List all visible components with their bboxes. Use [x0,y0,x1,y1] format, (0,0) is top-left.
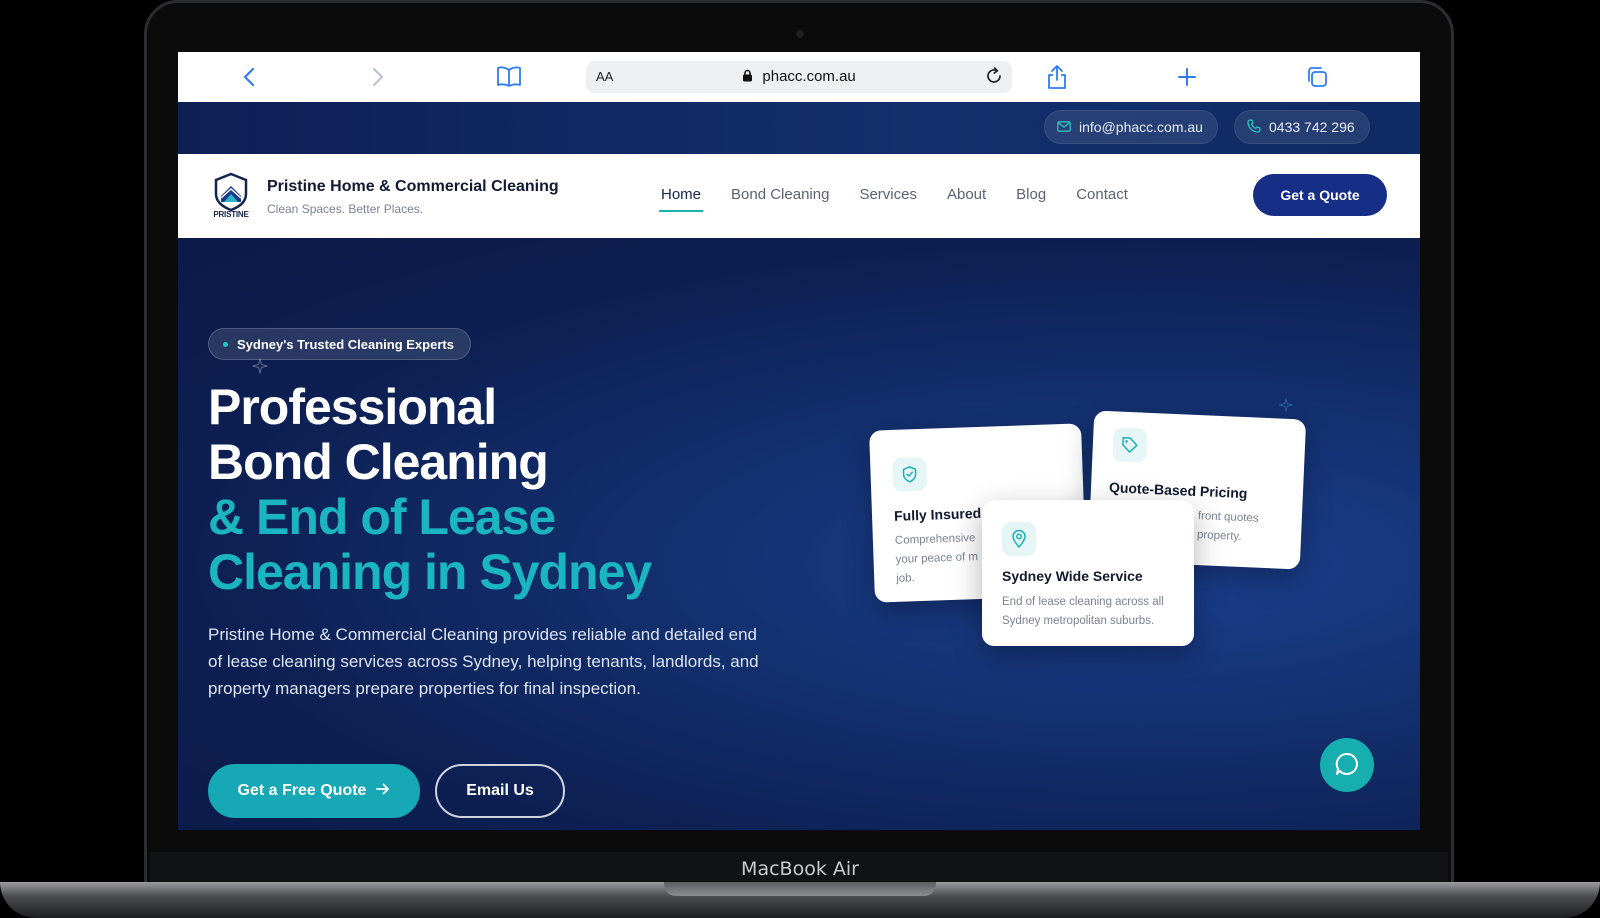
lock-icon [742,68,762,85]
badge-dot [223,341,228,347]
laptop-hinge [664,882,936,896]
phone-icon [1247,118,1261,136]
brand-name[interactable]: Pristine Home & Commercial Cleaning [267,178,559,196]
address-bar[interactable]: AA phacc.com.au [586,61,1012,93]
chat-widget-button[interactable] [1320,738,1374,792]
tag-icon [1112,427,1148,463]
headline-line-2: Bond Cleaning [208,434,549,490]
logo-wordmark: PRISTINE [213,210,249,219]
phone-text: 0433 742 296 [1269,119,1355,135]
forward-icon[interactable] [363,62,393,92]
nav-item-contact[interactable]: Contact [1076,186,1128,203]
card-title: Sydney Wide Service [1002,568,1143,584]
email-text: info@phacc.com.au [1079,119,1203,135]
card-body: End of lease cleaning across all Sydney … [1002,596,1164,627]
get-free-quote-button[interactable]: Get a Free Quote [208,764,420,818]
card-body: Comprehensive your peace of m job. [894,532,979,585]
hero-section: Sydney's Trusted Cleaning Experts Profes… [178,238,1420,830]
hero-description: Pristine Home & Commercial Cleaning prov… [208,625,759,698]
brand-logo[interactable]: PRISTINE [208,172,254,220]
nav-item-about[interactable]: About [947,186,986,203]
email-us-button[interactable]: Email Us [435,764,565,818]
url-text: phacc.com.au [762,68,856,85]
arrow-right-icon [376,782,390,800]
reload-icon[interactable] [984,66,1004,91]
tabs-icon[interactable] [1302,62,1332,92]
contact-topbar: info@phacc.com.au 0433 742 296 [178,102,1420,154]
browser-toolbar: AA phacc.com.au [178,52,1420,103]
nav-item-services[interactable]: Services [859,186,917,203]
mail-icon [1057,119,1071,135]
headline-line-3: & End of Lease [208,489,556,545]
hero-headline: Professional Bond Cleaning & End of Leas… [208,379,652,600]
phone-link[interactable]: 0433 742 296 [1234,110,1370,144]
email-link[interactable]: info@phacc.com.au [1044,110,1218,144]
sparkle-icon [251,357,269,379]
map-pin-icon [1002,522,1036,556]
nav-menu: Home Bond Cleaning Services About Blog C… [658,186,1128,212]
feature-card-sydney-wide: Sydney Wide Service End of lease cleanin… [982,500,1194,646]
share-icon[interactable] [1042,62,1072,92]
bookmarks-icon[interactable] [494,62,524,92]
headline-line-4: Cleaning in Sydney [208,544,652,600]
nav-item-blog[interactable]: Blog [1016,186,1046,203]
badge-text: Sydney's Trusted Cleaning Experts [237,336,454,352]
new-tab-icon[interactable] [1172,62,1202,92]
nav-item-home[interactable]: Home [658,186,704,212]
card-title: Fully Insured [893,504,982,524]
shield-check-icon [892,456,928,492]
back-icon[interactable] [234,62,264,92]
brand-tagline: Clean Spaces. Better Places. [267,202,424,216]
hero-badge: Sydney's Trusted Cleaning Experts [208,328,471,360]
card-body: front quotes property. [1196,510,1259,543]
chat-bubble-icon [1334,751,1360,780]
nav-item-bond-cleaning[interactable]: Bond Cleaning [731,186,829,203]
card-title: Quote-Based Pricing [1108,479,1248,502]
get-a-quote-button[interactable]: Get a Quote [1253,174,1387,216]
device-label: MacBook Air [741,858,859,880]
headline-line-1: Professional [208,379,497,435]
main-navbar: PRISTINE Pristine Home & Commercial Clea… [178,154,1420,239]
get-free-quote-label: Get a Free Quote [237,782,367,799]
screen: AA phacc.com.au info@phacc.com.au 0433 7… [178,52,1420,830]
sparkle-icon [1278,397,1294,417]
camera [796,30,804,38]
